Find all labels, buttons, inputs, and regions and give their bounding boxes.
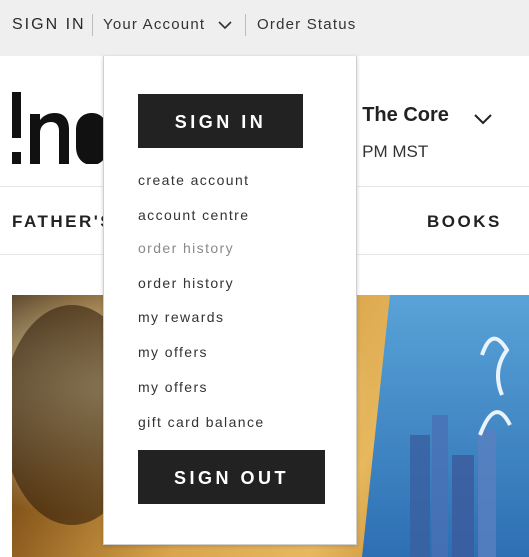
order-status-link[interactable]: Order Status: [257, 0, 356, 50]
divider: [245, 14, 246, 36]
store-name[interactable]: - The Core: [350, 104, 449, 127]
order-history-link[interactable]: order history: [138, 275, 234, 291]
divider: [92, 14, 93, 36]
create-account-link[interactable]: create account: [138, 172, 249, 188]
indigo-logo-icon[interactable]: [12, 92, 108, 164]
nav-fathers-day[interactable]: FATHER'S: [12, 212, 114, 232]
chevron-down-icon[interactable]: [217, 17, 233, 33]
utility-bar: SIGN IN Your Account Order Status: [0, 0, 529, 56]
sign-in-link[interactable]: SIGN IN: [12, 0, 86, 50]
gift-card-balance-link[interactable]: gift card balance: [138, 414, 265, 430]
my-rewards-link[interactable]: my rewards: [138, 309, 224, 325]
order-history-link[interactable]: order history: [138, 240, 234, 256]
your-account-menu[interactable]: Your Account: [103, 0, 205, 50]
store-hours: 0 PM MST: [348, 142, 429, 161]
my-offers-link[interactable]: my offers: [138, 344, 208, 360]
sign-in-button[interactable]: SIGN IN: [138, 94, 303, 148]
chevron-down-icon[interactable]: [473, 111, 493, 127]
account-centre-link[interactable]: account centre: [138, 207, 249, 223]
my-offers-link[interactable]: my offers: [138, 379, 208, 395]
nav-books[interactable]: BOOKS: [427, 212, 502, 232]
account-dropdown: SIGN IN create account account centre or…: [103, 56, 357, 545]
sign-out-button[interactable]: SIGN OUT: [138, 450, 325, 504]
